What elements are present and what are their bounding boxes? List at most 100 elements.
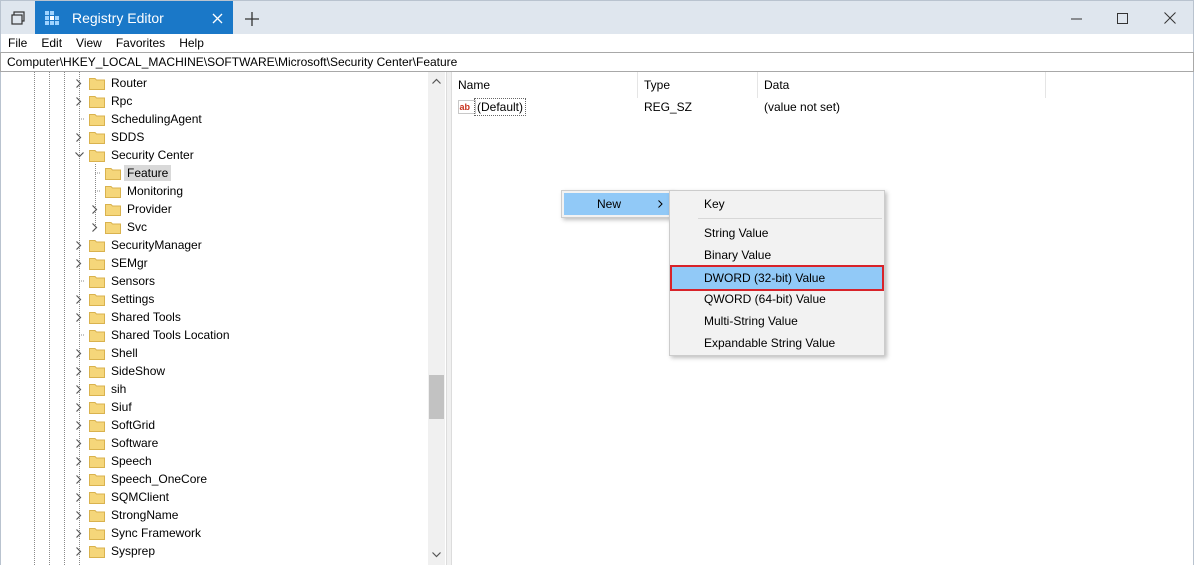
expand-chevron-icon[interactable] bbox=[73, 290, 85, 308]
expand-chevron-icon[interactable] bbox=[89, 200, 101, 218]
expand-chevron-icon[interactable] bbox=[73, 524, 85, 542]
menu-item-new[interactable]: New bbox=[564, 193, 670, 215]
column-header-data[interactable]: Data bbox=[758, 72, 1046, 98]
tree-item-label: Settings bbox=[111, 292, 155, 306]
tree-item[interactable]: Speech_OneCore bbox=[73, 470, 210, 488]
tree-item[interactable]: Feature bbox=[89, 164, 172, 182]
tree-scrollbar[interactable] bbox=[428, 72, 445, 565]
tree-item[interactable]: Shared Tools bbox=[73, 308, 184, 326]
tree-item[interactable]: Provider bbox=[89, 200, 175, 218]
new-tab-icon[interactable] bbox=[241, 8, 263, 30]
tree-item[interactable]: SoftGrid bbox=[73, 416, 158, 434]
task-view-icon[interactable] bbox=[1, 1, 35, 35]
tree-item[interactable]: Rpc bbox=[73, 92, 135, 110]
expand-chevron-icon[interactable] bbox=[73, 128, 85, 146]
submenu-item-expandable-string-value[interactable]: Expandable String Value bbox=[672, 332, 882, 354]
tree-item[interactable]: Sysprep bbox=[73, 542, 158, 560]
expand-chevron-icon[interactable] bbox=[73, 542, 85, 560]
expand-chevron-icon[interactable] bbox=[73, 362, 85, 380]
tree-item[interactable]: SDDS bbox=[73, 128, 147, 146]
tab-close-icon[interactable] bbox=[207, 8, 227, 28]
tree-item[interactable]: Monitoring bbox=[89, 182, 186, 200]
tree-item[interactable]: Security Center bbox=[73, 146, 197, 164]
folder-icon bbox=[89, 78, 105, 90]
tree-item-label: Siuf bbox=[111, 400, 132, 414]
expand-chevron-icon[interactable] bbox=[73, 506, 85, 524]
expand-chevron-icon[interactable] bbox=[73, 92, 85, 110]
tree-item[interactable]: SQMClient bbox=[73, 488, 172, 506]
tree-item-label: SEMgr bbox=[111, 256, 148, 270]
submenu-item-multi-string-value[interactable]: Multi-String Value bbox=[672, 310, 882, 332]
value-type: REG_SZ bbox=[644, 100, 693, 114]
tree-item[interactable]: SideShow bbox=[73, 362, 168, 380]
list-row-default[interactable]: ab (Default) bbox=[456, 98, 642, 116]
scroll-thumb[interactable] bbox=[429, 375, 444, 419]
tree-item[interactable]: SchedulingAgent bbox=[73, 110, 205, 128]
expand-chevron-icon[interactable] bbox=[73, 74, 85, 92]
tree-item-label: StrongName bbox=[111, 508, 179, 522]
submenu-item-key-label: Key bbox=[704, 197, 725, 211]
tree-item-label: Shared Tools bbox=[111, 310, 181, 324]
value-data: (value not set) bbox=[764, 100, 841, 114]
expand-chevron-icon[interactable] bbox=[73, 488, 85, 506]
tree-item-label: sih bbox=[111, 382, 127, 396]
submenu-item-label: DWORD (32-bit) Value bbox=[704, 271, 826, 285]
scroll-down-icon[interactable] bbox=[428, 546, 445, 563]
address-bar[interactable]: Computer\HKEY_LOCAL_MACHINE\SOFTWARE\Mic… bbox=[0, 52, 1194, 72]
expand-chevron-icon[interactable] bbox=[73, 344, 85, 362]
column-header-name[interactable]: Name bbox=[452, 72, 638, 98]
tree-item[interactable]: Shell bbox=[73, 344, 141, 362]
submenu-item-string-value[interactable]: String Value bbox=[672, 222, 882, 244]
folder-icon bbox=[105, 168, 121, 180]
expand-chevron-icon[interactable] bbox=[73, 452, 85, 470]
tree-item[interactable]: Siuf bbox=[73, 398, 135, 416]
close-icon[interactable] bbox=[1147, 1, 1193, 35]
expand-chevron-icon[interactable] bbox=[73, 380, 85, 398]
tree-item[interactable]: SEMgr bbox=[73, 254, 151, 272]
expand-chevron-icon[interactable] bbox=[73, 434, 85, 452]
menu-edit[interactable]: Edit bbox=[34, 36, 69, 50]
maximize-icon[interactable] bbox=[1099, 1, 1145, 35]
tree-item[interactable]: sih bbox=[73, 380, 129, 398]
folder-icon bbox=[89, 330, 105, 342]
scroll-up-icon[interactable] bbox=[428, 72, 445, 89]
tree-item-label: Rpc bbox=[111, 94, 133, 108]
submenu-item-binary-value[interactable]: Binary Value bbox=[672, 244, 882, 266]
folder-icon bbox=[89, 528, 105, 540]
tree-item-label: Provider bbox=[127, 202, 172, 216]
expand-chevron-icon[interactable] bbox=[73, 398, 85, 416]
tree-item-label: SoftGrid bbox=[111, 418, 156, 432]
tree-connector bbox=[89, 182, 101, 200]
menu-favorites[interactable]: Favorites bbox=[109, 36, 172, 50]
tree-item[interactable]: Svc bbox=[89, 218, 150, 236]
tree-item[interactable]: Software bbox=[73, 434, 161, 452]
tree-item[interactable]: Sync Framework bbox=[73, 524, 204, 542]
submenu-item-label: Multi-String Value bbox=[704, 314, 798, 328]
expand-chevron-icon[interactable] bbox=[73, 470, 85, 488]
tree-item[interactable]: Shared Tools Location bbox=[73, 326, 233, 344]
submenu-item-qword-value[interactable]: QWORD (64-bit) Value bbox=[672, 288, 882, 310]
tab-registry-editor[interactable]: Registry Editor bbox=[35, 1, 233, 35]
collapse-chevron-icon[interactable] bbox=[73, 146, 85, 164]
submenu-item-key[interactable]: Key bbox=[672, 193, 882, 215]
expand-chevron-icon[interactable] bbox=[73, 308, 85, 326]
tree-item[interactable]: Sensors bbox=[73, 272, 158, 290]
minimize-icon[interactable] bbox=[1053, 1, 1099, 35]
tree-item[interactable]: Router bbox=[73, 74, 150, 92]
expand-chevron-icon[interactable] bbox=[73, 236, 85, 254]
column-header-type[interactable]: Type bbox=[638, 72, 758, 98]
registry-tree[interactable]: Router Rpc SchedulingAgent SDDS Security Cen… bbox=[0, 72, 446, 565]
expand-chevron-icon[interactable] bbox=[73, 254, 85, 272]
tree-item[interactable]: Speech bbox=[73, 452, 155, 470]
folder-icon bbox=[105, 222, 121, 234]
tree-item[interactable]: Settings bbox=[73, 290, 157, 308]
tree-item[interactable]: StrongName bbox=[73, 506, 181, 524]
tree-item[interactable]: SecurityManager bbox=[73, 236, 205, 254]
tree-guide-line bbox=[34, 72, 35, 565]
expand-chevron-icon[interactable] bbox=[89, 218, 101, 236]
expand-chevron-icon[interactable] bbox=[73, 416, 85, 434]
submenu-item-dword-value[interactable]: DWORD (32-bit) Value bbox=[670, 265, 884, 291]
menu-view[interactable]: View bbox=[69, 36, 109, 50]
menu-file[interactable]: File bbox=[1, 36, 34, 50]
menu-help[interactable]: Help bbox=[172, 36, 211, 50]
